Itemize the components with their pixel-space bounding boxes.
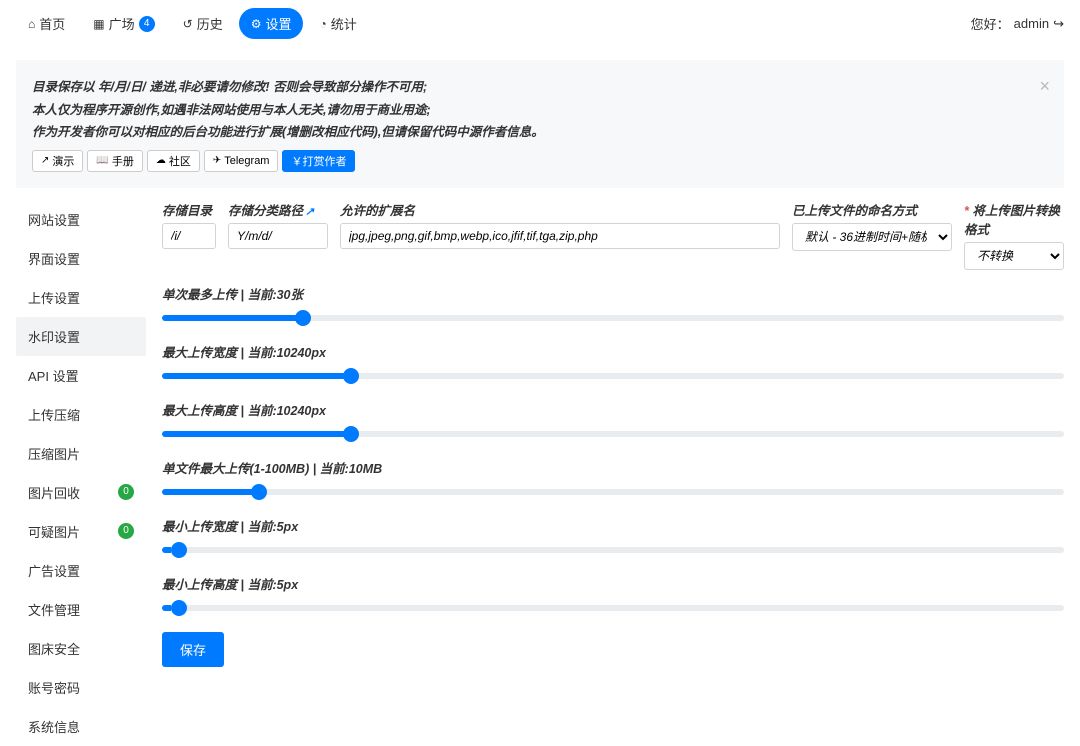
manual-button[interactable]: 📖手册 bbox=[87, 150, 142, 172]
range-max-size[interactable] bbox=[162, 489, 1064, 495]
label-naming: 已上传文件的命名方式 bbox=[792, 200, 952, 219]
col-naming: 已上传文件的命名方式 默认 - 36进制时间+随机数 > bbox=[792, 200, 952, 270]
logout-icon[interactable]: ↪ bbox=[1053, 16, 1064, 32]
col-storage-dir: 存储目录 bbox=[162, 200, 216, 270]
sidebar-item-watermark[interactable]: 水印设置 bbox=[16, 317, 146, 356]
range-min-height[interactable] bbox=[162, 605, 1064, 611]
sidebar-item-ads[interactable]: 广告设置 bbox=[16, 551, 146, 590]
greeting-text: 您好： bbox=[971, 14, 1010, 33]
sidebar-item-files[interactable]: 文件管理 bbox=[16, 590, 146, 629]
nav-history-label: 历史 bbox=[197, 14, 223, 33]
label-max-width: 最大上传宽度 | 当前:10240px bbox=[162, 342, 1064, 361]
input-allowed-ext[interactable] bbox=[340, 223, 780, 249]
sidebar-item-compress[interactable]: 上传压缩 bbox=[16, 395, 146, 434]
close-icon[interactable]: × bbox=[1039, 70, 1050, 102]
alert-line1: 目录保存以 年/月/日/ 递进,非必要请勿修改! 否则会导致部分操作不可用; bbox=[32, 76, 1048, 99]
gear-icon: ⚙ bbox=[251, 17, 262, 31]
range-min-width[interactable] bbox=[162, 547, 1064, 553]
recycle-badge: 0 bbox=[118, 484, 134, 500]
telegram-button[interactable]: ✈Telegram bbox=[204, 150, 279, 172]
sidebar-item-ui[interactable]: 界面设置 bbox=[16, 239, 146, 278]
nav-plaza[interactable]: ▦ 广场 4 bbox=[81, 8, 166, 39]
content: 存储目录 存储分类路径↗ 允许的扩展名 已上传文件的命名方式 默认 - 36进制… bbox=[162, 200, 1064, 746]
sidebar-item-api[interactable]: API 设置 bbox=[16, 356, 146, 395]
user-name: admin bbox=[1014, 16, 1049, 31]
main: 网站设置 界面设置 上传设置 水印设置 API 设置 上传压缩 压缩图片 图片回… bbox=[0, 200, 1080, 746]
nav-stats-label: 统计 bbox=[331, 14, 357, 33]
range-max-width[interactable] bbox=[162, 373, 1064, 379]
label-allowed-ext: 允许的扩展名 bbox=[340, 200, 780, 219]
sidebar-item-imgcompress[interactable]: 压缩图片 bbox=[16, 434, 146, 473]
sidebar-item-recycle[interactable]: 图片回收0 bbox=[16, 473, 146, 512]
slider-max-count: 单次最多上传 | 当前:30张 bbox=[162, 284, 1064, 324]
nav-home-label: 首页 bbox=[39, 14, 65, 33]
slider-max-size: 单文件最大上传(1-100MB) | 当前:10MB bbox=[162, 458, 1064, 498]
label-max-size: 单文件最大上传(1-100MB) | 当前:10MB bbox=[162, 458, 1064, 477]
history-icon: ↺ bbox=[183, 17, 193, 31]
nav-home[interactable]: ⌂ 首页 bbox=[16, 8, 77, 39]
nav-stats[interactable]: ◔ 统计 bbox=[307, 8, 368, 39]
reward-button[interactable]: ￥打赏作者 bbox=[282, 150, 355, 172]
alert-line3: 作为开发者你可以对相应的后台功能进行扩展(增删改相应代码),但请保留代码中源作者… bbox=[32, 121, 1048, 144]
save-button[interactable]: 保存 bbox=[162, 632, 224, 667]
alert-buttons: ↗演示 📖手册 ☁社区 ✈Telegram ￥打赏作者 bbox=[32, 150, 1048, 172]
nav-settings[interactable]: ⚙ 设置 bbox=[239, 8, 304, 39]
top-nav: ⌂ 首页 ▦ 广场 4 ↺ 历史 ⚙ 设置 ◔ 统计 您好： admin ↪ bbox=[0, 0, 1080, 48]
suspect-badge: 0 bbox=[118, 523, 134, 539]
chat-icon: ☁ bbox=[156, 155, 166, 166]
sidebar-item-upload[interactable]: 上传设置 bbox=[16, 278, 146, 317]
slider-min-width: 最小上传宽度 | 当前:5px bbox=[162, 516, 1064, 556]
label-storage-path: 存储分类路径↗ bbox=[228, 200, 328, 219]
sidebar-item-suspect[interactable]: 可疑图片0 bbox=[16, 512, 146, 551]
col-convert: * 将上传图片转换格式 不转换 bbox=[964, 200, 1064, 270]
label-min-width: 最小上传宽度 | 当前:5px bbox=[162, 516, 1064, 535]
community-button[interactable]: ☁社区 bbox=[147, 150, 200, 172]
external-icon: ↗ bbox=[41, 155, 49, 166]
sidebar: 网站设置 界面设置 上传设置 水印设置 API 设置 上传压缩 压缩图片 图片回… bbox=[16, 200, 146, 746]
nav-right: 您好： admin ↪ bbox=[971, 14, 1064, 33]
grid-icon: ▦ bbox=[93, 17, 104, 31]
nav-plaza-badge: 4 bbox=[139, 16, 155, 32]
demo-button[interactable]: ↗演示 bbox=[32, 150, 83, 172]
nav-plaza-label: 广场 bbox=[109, 14, 135, 33]
nav-left: ⌂ 首页 ▦ 广场 4 ↺ 历史 ⚙ 设置 ◔ 统计 bbox=[16, 8, 369, 39]
range-max-height[interactable] bbox=[162, 431, 1064, 437]
label-convert: * 将上传图片转换格式 bbox=[964, 200, 1064, 238]
label-min-height: 最小上传高度 | 当前:5px bbox=[162, 574, 1064, 593]
label-max-count: 单次最多上传 | 当前:30张 bbox=[162, 284, 1064, 303]
sidebar-item-security[interactable]: 图床安全 bbox=[16, 629, 146, 668]
home-icon: ⌂ bbox=[28, 17, 35, 31]
sidebar-item-sysinfo[interactable]: 系统信息 bbox=[16, 707, 146, 746]
alert-line2: 本人仅为程序开源创作,如遇非法网站使用与本人无关,请勿用于商业用途; bbox=[32, 99, 1048, 122]
nav-history[interactable]: ↺ 历史 bbox=[171, 8, 235, 39]
input-storage-dir[interactable] bbox=[162, 223, 216, 249]
alert-box: × 目录保存以 年/月/日/ 递进,非必要请勿修改! 否则会导致部分操作不可用;… bbox=[16, 60, 1064, 188]
slider-max-height: 最大上传高度 | 当前:10240px bbox=[162, 400, 1064, 440]
plane-icon: ✈ bbox=[213, 155, 221, 166]
book-icon: 📖 bbox=[96, 155, 108, 166]
select-naming[interactable]: 默认 - 36进制时间+随机数 > bbox=[792, 223, 952, 251]
input-storage-path[interactable] bbox=[228, 223, 328, 249]
form-row-top: 存储目录 存储分类路径↗ 允许的扩展名 已上传文件的命名方式 默认 - 36进制… bbox=[162, 200, 1064, 270]
sidebar-item-site[interactable]: 网站设置 bbox=[16, 200, 146, 239]
chart-icon: ◔ bbox=[319, 17, 326, 31]
external-link-icon[interactable]: ↗ bbox=[305, 206, 314, 218]
sidebar-item-account[interactable]: 账号密码 bbox=[16, 668, 146, 707]
col-storage-path: 存储分类路径↗ bbox=[228, 200, 328, 270]
label-storage-dir: 存储目录 bbox=[162, 200, 216, 219]
range-max-count[interactable] bbox=[162, 315, 1064, 321]
nav-settings-label: 设置 bbox=[265, 14, 291, 33]
slider-min-height: 最小上传高度 | 当前:5px bbox=[162, 574, 1064, 614]
select-convert[interactable]: 不转换 bbox=[964, 242, 1064, 270]
label-max-height: 最大上传高度 | 当前:10240px bbox=[162, 400, 1064, 419]
col-allowed-ext: 允许的扩展名 bbox=[340, 200, 780, 270]
slider-max-width: 最大上传宽度 | 当前:10240px bbox=[162, 342, 1064, 382]
